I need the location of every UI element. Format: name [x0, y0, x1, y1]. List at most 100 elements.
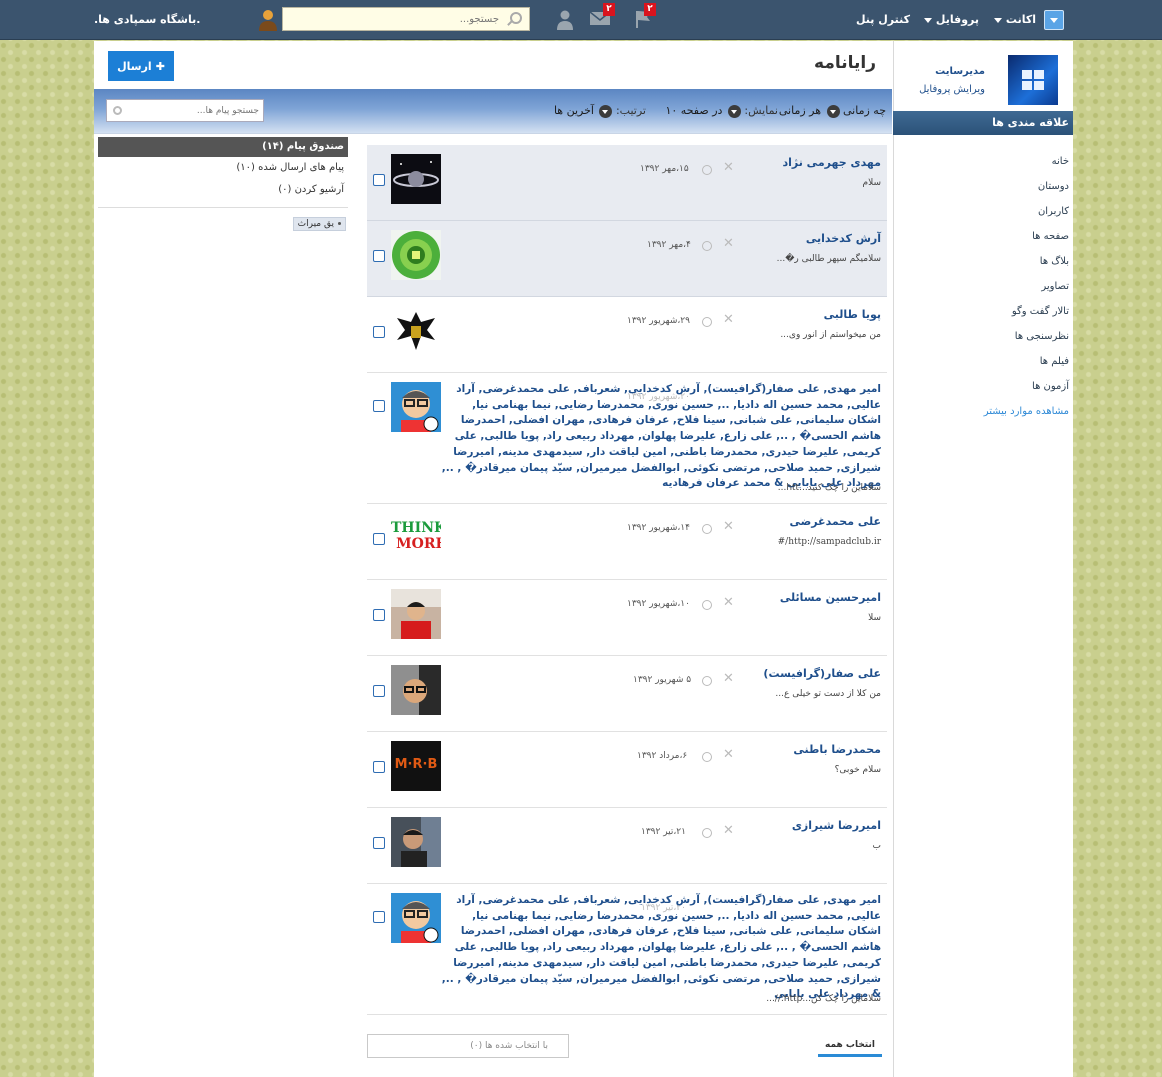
send-button[interactable]: ✚ارسال: [108, 51, 174, 81]
profile-menu[interactable]: پروفایل: [920, 13, 979, 26]
inbox-folder[interactable]: صندوق پیام (۱۴): [98, 137, 348, 157]
sidebar-item-users[interactable]: کاربران: [893, 199, 1073, 224]
delete-icon[interactable]: ✕: [723, 747, 734, 762]
message-recipients[interactable]: امیر مهدی, علی صفار(گرافیست), آرش کدخدای…: [441, 382, 881, 492]
message-snippet: سلاماین را چک کن...http://...: [766, 994, 881, 1004]
message-checkbox[interactable]: [373, 326, 385, 338]
avatar[interactable]: [391, 382, 441, 432]
mark-read-icon[interactable]: [702, 524, 712, 534]
friend-requests-button[interactable]: [551, 9, 575, 31]
control-panel-link[interactable]: کنترل پنل: [856, 13, 910, 26]
message-checkbox[interactable]: [373, 400, 385, 412]
page-content: مدیرسایت ویرایش پروفایل علاقه مندی ها خا…: [94, 41, 1073, 1077]
filter-sort[interactable]: ترتیب: آخرین ها: [554, 104, 646, 118]
sidebar-item-friends[interactable]: دوستان: [893, 174, 1073, 199]
mark-read-icon[interactable]: [702, 165, 712, 175]
sender-name[interactable]: مهدی جهرمی نژاد: [782, 156, 881, 169]
sidebar-item-photos[interactable]: تصاویر: [893, 274, 1073, 299]
delete-icon[interactable]: ✕: [723, 519, 734, 534]
mark-read-icon[interactable]: [702, 676, 712, 686]
admin-avatar[interactable]: [1008, 55, 1058, 105]
sender-name[interactable]: امیرحسین مسائلی: [780, 591, 881, 604]
sidebar-item-home[interactable]: خانه: [893, 149, 1073, 174]
delete-icon[interactable]: ✕: [723, 160, 734, 175]
delete-icon[interactable]: ✕: [723, 595, 734, 610]
archive-folder[interactable]: آرشیو کردن (۰): [98, 179, 348, 201]
sidebar-item-videos[interactable]: فیلم ها: [893, 349, 1073, 374]
message-checkbox[interactable]: [373, 250, 385, 262]
message-row[interactable]: THINK MORE ✕ ۱۴،شهریور ۱۳۹۲ علی محمدغرضی…: [367, 504, 887, 580]
message-snippet: سلا: [868, 613, 881, 623]
accounts-menu[interactable]: اکانت: [990, 13, 1036, 26]
message-checkbox[interactable]: [373, 609, 385, 621]
delete-icon[interactable]: ✕: [723, 671, 734, 686]
sidebar-item-pages[interactable]: صفحه ها: [893, 224, 1073, 249]
delete-icon[interactable]: ✕: [723, 236, 734, 251]
sidebar-item-see-more[interactable]: مشاهده موارد بیشتر: [893, 399, 1073, 424]
sender-name[interactable]: پویا طالبی: [824, 308, 881, 321]
select-all-button[interactable]: انتخاب همه: [818, 1035, 882, 1057]
sender-name[interactable]: علی محمدغرضی: [789, 515, 881, 528]
message-checkbox[interactable]: [373, 761, 385, 773]
message-checkbox[interactable]: [373, 837, 385, 849]
message-recipients[interactable]: امیر مهدی, علی صفار(گرافیست), آرش کدخدای…: [441, 893, 881, 1003]
bulk-action-select[interactable]: با انتخاب شده ها (۰): [367, 1034, 569, 1058]
avatar[interactable]: [391, 893, 441, 943]
message-row[interactable]: ✕ ۲۱،تیر ۱۳۹۲ امیررضا شیرازی ب: [367, 808, 887, 884]
edit-profile-link[interactable]: ویرایش پروفایل: [919, 84, 985, 95]
site-name[interactable]: .باشگاه سمپادی ها.: [94, 13, 200, 26]
avatar[interactable]: M·R·B: [391, 741, 441, 791]
delete-icon[interactable]: ✕: [723, 312, 734, 327]
message-checkbox[interactable]: [373, 685, 385, 697]
avatar[interactable]: [391, 817, 441, 867]
sender-name[interactable]: امیررضا شیرازی: [792, 819, 881, 832]
message-row[interactable]: ✕ ۴،مهر ۱۳۹۲ آرش کدخدایی سلامیگم سپهر طا…: [367, 221, 887, 297]
messages-button[interactable]: ۲: [587, 3, 615, 31]
sender-name[interactable]: محمدرضا باطنی: [793, 743, 881, 756]
sent-folder[interactable]: پیام های ارسال شده (۱۰): [98, 157, 348, 179]
avatar[interactable]: [391, 665, 441, 715]
message-row[interactable]: ✕ ۱۵،مهر ۱۳۹۲ مهدی جهرمی نژاد سلام: [367, 145, 887, 221]
notifications-button[interactable]: ۲: [628, 3, 656, 31]
mark-read-icon[interactable]: [702, 828, 712, 838]
message-checkbox[interactable]: [373, 533, 385, 545]
chevron-down-icon: [727, 104, 741, 118]
message-row[interactable]: ۲۰،شهریور ۱۳۹۲ امیر مهدی, علی صفار(گرافی…: [367, 373, 887, 504]
filter-when[interactable]: چه زمانی هر زمانی: [779, 104, 886, 118]
message-row[interactable]: ✕ ۱۰،شهریور ۱۳۹۲ امیرحسین مسائلی سلا: [367, 580, 887, 656]
mark-read-icon[interactable]: [702, 241, 712, 251]
global-search-input[interactable]: [282, 7, 530, 31]
message-row[interactable]: ۲۰،تیر ۱۳۹۲ امیر مهدی, علی صفار(گرافیست)…: [367, 884, 887, 1015]
mark-read-icon[interactable]: [702, 317, 712, 327]
avatar[interactable]: [391, 154, 441, 204]
send-button-label: ارسال: [117, 59, 152, 73]
mark-read-icon[interactable]: [702, 600, 712, 610]
sender-name[interactable]: علی صفار(گرافیست): [763, 667, 881, 680]
avatar[interactable]: THINK MORE: [391, 513, 441, 563]
main-menu-button[interactable]: [1044, 10, 1064, 30]
avatar[interactable]: [391, 230, 441, 280]
avatar[interactable]: [391, 306, 441, 356]
message-checkbox[interactable]: [373, 174, 385, 186]
message-row[interactable]: ✕ ۲۹،شهریور ۱۳۹۲ پویا طالبی من میخواستم …: [367, 297, 887, 373]
sidebar-item-forum[interactable]: تالار گفت وگو: [893, 299, 1073, 324]
search-icon[interactable]: [510, 12, 522, 24]
folder-tag[interactable]: یق میراث: [292, 217, 346, 231]
sidebar-item-quizzes[interactable]: آزمون ها: [893, 374, 1073, 399]
message-search-input[interactable]: [106, 99, 264, 122]
top-bar: اکانت پروفایل کنترل پنل ۲ ۲ .باشگاه: [0, 0, 1162, 40]
filter-show[interactable]: نمایش: در صفحه ۱۰: [665, 104, 778, 118]
user-avatar-icon[interactable]: [258, 9, 278, 31]
chevron-down-icon: [826, 104, 840, 118]
message-row[interactable]: ✕ ۵ شهریور ۱۳۹۲ علی صفار(گرافیست) من کلا…: [367, 656, 887, 732]
avatar[interactable]: [391, 589, 441, 639]
sidebar-item-polls[interactable]: نظرسنجی ها: [893, 324, 1073, 349]
sender-name[interactable]: آرش کدخدایی: [806, 232, 881, 245]
message-row[interactable]: M·R·B ✕ ۶،مرداد ۱۳۹۲ محمدرضا باطنی سلام …: [367, 732, 887, 808]
sidebar-item-blogs[interactable]: بلاگ ها: [893, 249, 1073, 274]
chevron-down-icon: [599, 104, 613, 118]
admin-name[interactable]: مدیرسایت: [935, 66, 985, 77]
mark-read-icon[interactable]: [702, 752, 712, 762]
message-checkbox[interactable]: [373, 911, 385, 923]
delete-icon[interactable]: ✕: [723, 823, 734, 838]
